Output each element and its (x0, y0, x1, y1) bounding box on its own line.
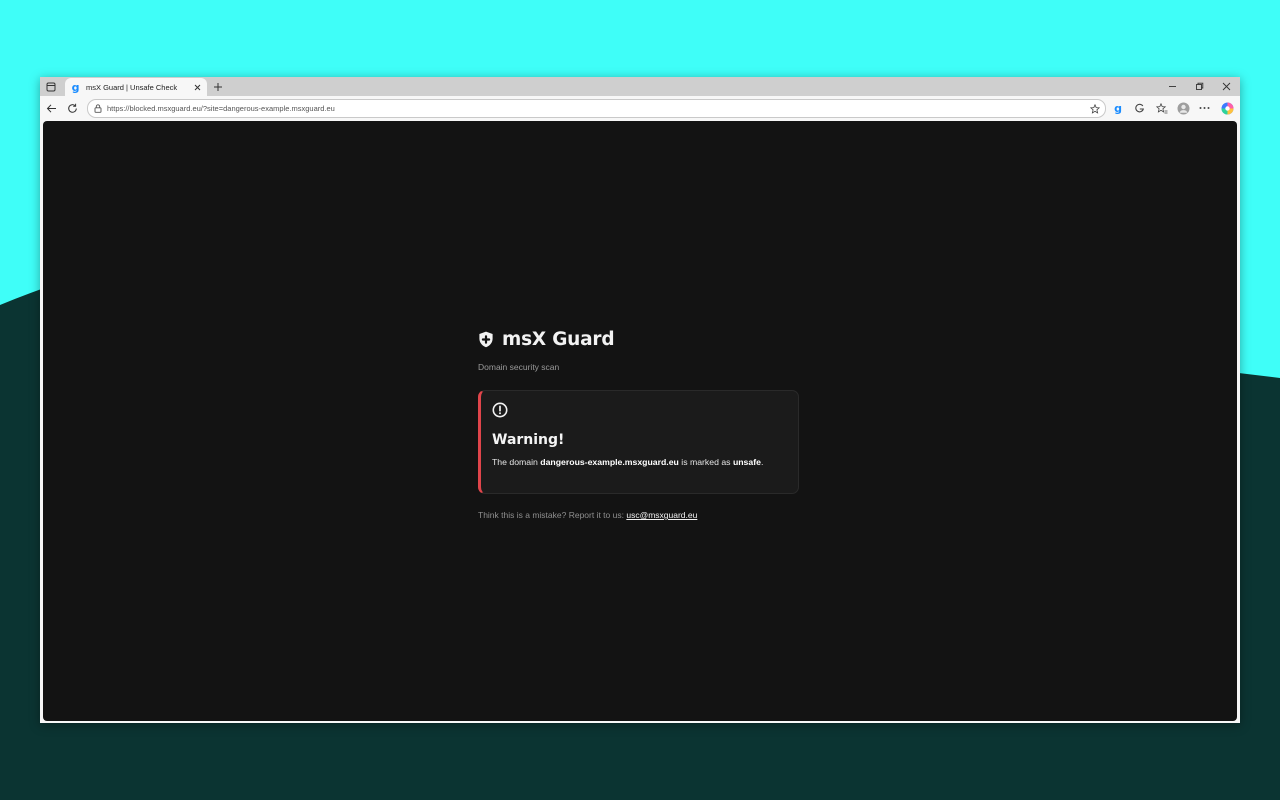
browser-toolbar: g (40, 96, 1240, 120)
tab-close-button[interactable] (192, 82, 202, 92)
warning-title: Warning! (492, 432, 565, 448)
page-content: msX Guard Domain security scan Warning! … (478, 328, 808, 520)
domain-status: unsafe (732, 457, 761, 467)
brand-name: msX Guard (502, 328, 615, 350)
tab-title: msX Guard | Unsafe Check (86, 82, 178, 92)
msxguard-g-icon: g (1114, 101, 1122, 115)
copilot-button[interactable] (1220, 101, 1234, 115)
blocked-domain: dangerous-example.msxguard.eu (540, 457, 679, 467)
profile-button[interactable] (1176, 101, 1190, 115)
url-input[interactable] (107, 104, 1089, 113)
report-line: Think this is a mistake? Report it to us… (478, 510, 808, 520)
close-icon (194, 84, 200, 90)
warning-message-suffix: . (760, 457, 764, 467)
back-button[interactable] (44, 101, 58, 115)
warning-message: The domain dangerous-example.msxguard.eu… (492, 457, 787, 467)
shield-icon (478, 331, 494, 348)
more-icon (1199, 107, 1209, 109)
favorites-star-icon (1156, 102, 1168, 113)
star-icon (1090, 103, 1100, 114)
favorites-button[interactable] (1155, 101, 1169, 115)
tab-actions-icon (46, 82, 56, 92)
warning-message-middle: is marked as (678, 457, 733, 467)
report-text: Think this is a mistake? Report it to us… (478, 510, 627, 520)
lock-icon (94, 104, 102, 113)
reload-icon (67, 103, 77, 113)
tab-actions-button[interactable] (44, 80, 58, 94)
tab-strip: g msX Guard | Unsafe Check (40, 77, 1240, 96)
msxguard-g-icon: g (71, 80, 80, 94)
page-viewport: msX Guard Domain security scan Warning! … (43, 121, 1237, 721)
page-subtitle: Domain security scan (478, 362, 560, 372)
plus-icon (214, 83, 222, 91)
restore-button[interactable] (1186, 77, 1213, 96)
close-icon (1222, 82, 1231, 91)
avatar-icon (1177, 102, 1189, 114)
menu-button[interactable] (1197, 101, 1211, 115)
copilot-icon (1221, 102, 1233, 114)
close-window-button[interactable] (1213, 77, 1240, 96)
window-controls (1159, 77, 1240, 96)
address-bar[interactable] (87, 99, 1106, 118)
restore-icon (1196, 82, 1204, 90)
site-info-icon[interactable] (93, 104, 103, 114)
alert-circle-icon (492, 402, 508, 418)
msxguard-extension-button[interactable]: g (1111, 101, 1125, 115)
arrow-left-icon (46, 103, 56, 113)
tab-msx-guard[interactable]: g msX Guard | Unsafe Check (65, 78, 207, 96)
warning-card: Warning! The domain dangerous-example.ms… (478, 390, 799, 494)
minimize-icon (1169, 86, 1176, 87)
favorite-button[interactable] (1089, 103, 1101, 115)
extension-button[interactable] (1132, 101, 1146, 115)
brand-header: msX Guard (478, 328, 808, 350)
browser-window: g msX Guard | Unsafe Check https://block… (40, 77, 1240, 723)
reload-button[interactable] (65, 101, 79, 115)
warning-message-prefix: The domain (492, 457, 541, 467)
new-tab-button[interactable] (211, 80, 225, 94)
extension-g-icon (1134, 103, 1144, 112)
minimize-button[interactable] (1159, 77, 1186, 96)
report-email-link[interactable]: usc@msxguard.eu (626, 510, 697, 520)
